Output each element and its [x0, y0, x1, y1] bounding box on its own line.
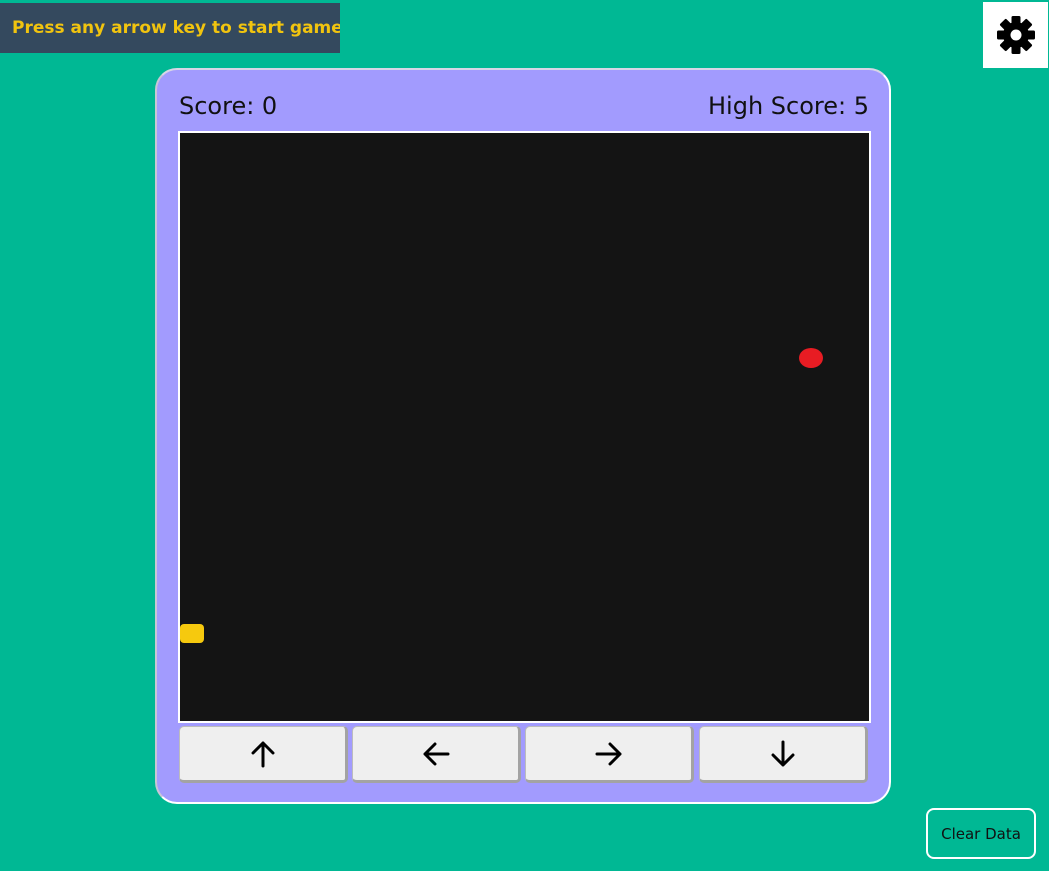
down-button[interactable] [699, 726, 868, 783]
game-panel: Score: 0 High Score: 5 [155, 68, 891, 804]
food-apple [799, 348, 823, 368]
left-button[interactable] [352, 726, 521, 783]
start-instruction-banner: Press any arrow key to start game ! [0, 3, 340, 53]
direction-controls [179, 726, 871, 783]
arrow-down-icon [771, 740, 794, 766]
clear-data-button[interactable]: Clear Data [926, 808, 1036, 859]
gear-icon [996, 16, 1035, 54]
right-button[interactable] [525, 726, 694, 783]
game-board [178, 131, 871, 723]
settings-button[interactable] [983, 2, 1048, 68]
arrow-left-icon [423, 742, 449, 765]
arrow-right-icon [595, 742, 621, 765]
snake-head [180, 624, 204, 643]
score-label: Score: 0 [179, 92, 278, 120]
up-button[interactable] [179, 726, 348, 783]
arrow-up-icon [251, 741, 274, 767]
high-score-label: High Score: 5 [708, 92, 869, 120]
